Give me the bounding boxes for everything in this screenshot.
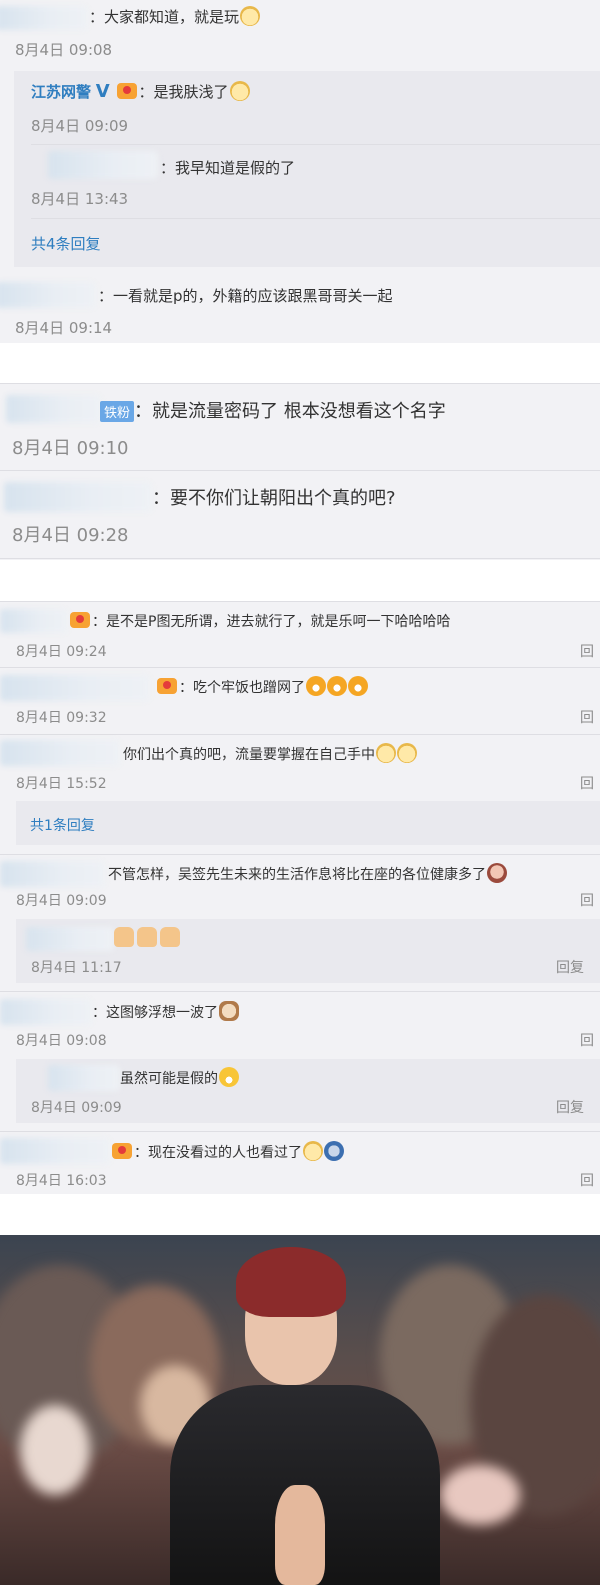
dog-emoji-icon	[397, 743, 417, 763]
verified-v-icon: V	[95, 81, 110, 102]
cat-emoji-icon	[219, 1001, 239, 1021]
username-blurred[interactable]	[6, 395, 101, 423]
comment-text: ：要不你们让朝阳出个真的吧?	[152, 488, 396, 509]
username-blurred[interactable]	[48, 1065, 120, 1091]
username-blurred[interactable]	[26, 927, 114, 951]
comment-time: 8月4日 16:03	[16, 1173, 107, 1189]
comment-time: 8月4日 15:52	[16, 776, 107, 792]
comment-text: ：大家都知道，就是玩	[89, 6, 261, 27]
reply-username[interactable]: 江苏网警	[31, 83, 91, 101]
divider	[31, 218, 600, 219]
smile-emoji-icon	[219, 1067, 239, 1087]
fan-badge: 铁粉	[100, 401, 135, 422]
face-emoji-icon	[487, 863, 507, 883]
divider	[0, 854, 600, 855]
comment-block-2: 铁粉 ：就是流量密码了 根本没想看这个名字 8月4日 09:10 ：要不你们让朝阳…	[0, 383, 600, 560]
crowd-blur	[440, 1465, 520, 1525]
comment-time: 8月4日 09:24	[16, 644, 107, 660]
thumbs-up-emoji-icon	[137, 927, 157, 947]
username-blurred[interactable]	[0, 1138, 110, 1164]
divider	[0, 991, 600, 992]
comment-time: 8月4日 09:08	[16, 1033, 107, 1049]
reply-time: 8月4日 09:09	[31, 117, 129, 135]
dog-emoji-icon	[240, 6, 261, 26]
comment-text: ：是不是P图无所谓，进去就行了，就是乐呵一下哈哈哈哈	[68, 611, 450, 631]
username-blurred[interactable]	[0, 6, 88, 30]
laugh-emoji-icon	[306, 676, 326, 696]
username-blurred[interactable]	[0, 740, 120, 766]
reply-button[interactable]: 回	[580, 773, 594, 793]
reply-line: 虽然可能是假的	[120, 1067, 239, 1088]
crowd-blur	[20, 1405, 90, 1495]
vip-badge-icon	[70, 612, 90, 628]
view-more-replies-link[interactable]: 共4条回复	[31, 233, 101, 254]
reply-line	[114, 927, 183, 948]
dog-emoji-icon	[303, 1141, 323, 1161]
reply-box: 8月4日 11:17 回复	[16, 919, 600, 983]
divider	[0, 383, 600, 384]
comment-time: 8月4日 09:10	[12, 438, 129, 459]
username-blurred[interactable]	[0, 675, 150, 701]
comment-text: ：吃个牢饭也蹭网了	[155, 676, 368, 697]
comment-text: 不管怎样，吴签先生未来的生活作息将比在座的各位健康多了	[108, 863, 507, 884]
divider	[0, 667, 600, 668]
comment-block-3: ：是不是P图无所谓，进去就行了，就是乐呵一下哈哈哈哈 8月4日 09:24 回 …	[0, 601, 600, 1194]
username-blurred[interactable]	[0, 999, 92, 1025]
divider	[0, 470, 600, 471]
username-blurred[interactable]	[4, 482, 152, 512]
username-blurred[interactable]	[0, 282, 96, 308]
reply-text: 我早知道是假的了	[175, 159, 296, 177]
reply-box: 虽然可能是假的 8月4日 09:09 回复	[16, 1059, 600, 1123]
reply-button[interactable]: 回	[580, 890, 594, 910]
reply-text: 是我肤浅了	[153, 83, 229, 101]
reply-time: 8月4日 11:17	[31, 960, 122, 976]
comment-text: ：这图够浮想一波了	[92, 1001, 239, 1022]
comment-time: 8月4日 09:32	[16, 710, 107, 726]
divider	[0, 734, 600, 735]
divider	[31, 144, 600, 145]
person-hair	[236, 1247, 346, 1317]
comment-text: 铁粉 ：就是流量密码了 根本没想看这个名字	[100, 397, 446, 423]
divider	[0, 1131, 600, 1132]
sad-emoji-icon	[324, 1141, 344, 1161]
username-blurred[interactable]	[0, 609, 68, 633]
red-carpet-photo	[0, 1235, 600, 1585]
comment-time: 8月4日 09:28	[12, 525, 129, 546]
comment-time: 8月4日 09:09	[16, 893, 107, 909]
dog-emoji-icon	[229, 81, 250, 101]
reply-box: 共1条回复	[16, 801, 600, 845]
vip-badge-icon	[116, 83, 137, 99]
username-blurred[interactable]	[0, 861, 105, 887]
vip-badge-icon	[157, 678, 177, 694]
thumbs-up-emoji-icon	[160, 927, 180, 947]
laugh-emoji-icon	[327, 676, 347, 696]
person-hands	[275, 1485, 325, 1585]
divider	[0, 558, 600, 559]
reply-button[interactable]: 回	[580, 1170, 594, 1190]
reply-time: 8月4日 09:09	[31, 1100, 122, 1116]
reply-button[interactable]: 回	[580, 707, 594, 727]
comment-block-1: ：大家都知道，就是玩 8月4日 09:08 江苏网警 V ：是我肤浅了 8月4日…	[0, 0, 600, 343]
comment-text: ：一看就是p的，外籍的应该跟黑哥哥关一起	[98, 287, 393, 305]
comment-time: 8月4日 09:08	[15, 41, 113, 59]
reply-button[interactable]: 回复	[556, 1097, 584, 1117]
divider	[0, 601, 600, 602]
reply-line: 江苏网警 V ：是我肤浅了	[31, 81, 250, 102]
reply-button[interactable]: 回复	[556, 957, 584, 977]
reply-button[interactable]: 回	[580, 1030, 594, 1050]
comment-time: 8月4日 09:14	[15, 319, 113, 337]
laugh-emoji-icon	[348, 676, 368, 696]
dog-emoji-icon	[376, 743, 396, 763]
reply-button[interactable]: 回	[580, 641, 594, 661]
thumbs-up-emoji-icon	[114, 927, 134, 947]
reply-line: ：我早知道是假的了	[160, 159, 296, 177]
reply-time: 8月4日 13:43	[31, 190, 129, 208]
reply-box: 江苏网警 V ：是我肤浅了 8月4日 09:09 ：我早知道是假的了 8月4日 …	[14, 71, 600, 267]
view-more-replies-link[interactable]: 共1条回复	[30, 815, 95, 835]
username-blurred[interactable]	[48, 151, 158, 179]
vip-badge-icon	[112, 1143, 132, 1159]
comment-text: 你们出个真的吧，流量要掌握在自己手中	[123, 743, 417, 764]
comment-text: ：现在没看过的人也看过了	[110, 1141, 344, 1162]
